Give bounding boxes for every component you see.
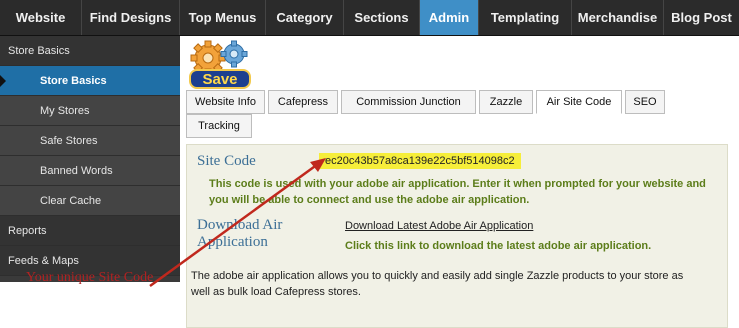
- sidebar-item-safe-stores[interactable]: Safe Stores: [0, 126, 180, 156]
- save-button[interactable]: Save: [188, 40, 254, 90]
- download-air-label-line-2: Application: [197, 234, 268, 250]
- annotation-callout: Your unique Site Code: [26, 270, 154, 285]
- tab-commission-junction[interactable]: Commission Junction: [341, 90, 476, 114]
- download-air-link[interactable]: Download Latest Adobe Air Application: [345, 220, 533, 232]
- nav-templating[interactable]: Templating: [479, 0, 572, 35]
- tab-zazzle[interactable]: Zazzle: [479, 90, 533, 114]
- sidebar-blank-area: [0, 282, 180, 328]
- site-code-label: Site Code: [197, 153, 256, 169]
- site-code-value: ec20c43b57a8ca139e22c5bf514098c2: [319, 153, 521, 169]
- nav-blog-post[interactable]: Blog Post: [664, 0, 739, 35]
- tab-tracking[interactable]: Tracking: [186, 114, 252, 138]
- description-line-2: well as bulk load Cafepress stores.: [191, 286, 361, 298]
- download-air-label-line-1: Download Air: [197, 217, 283, 233]
- nav-admin[interactable]: Admin: [420, 0, 479, 35]
- site-code-hint-line-2: you will be able to connect and use the …: [209, 194, 530, 206]
- sidebar-item-store-basics[interactable]: Store Basics: [0, 66, 180, 96]
- sidebar-section-store-basics[interactable]: Store Basics: [0, 36, 180, 66]
- tab-seo[interactable]: SEO: [625, 90, 665, 114]
- main-content: Save Website Info Cafepress Commission J…: [180, 36, 739, 328]
- save-label: Save: [202, 71, 237, 88]
- tab-website-info[interactable]: Website Info: [186, 90, 265, 114]
- sidebar-section-reports[interactable]: Reports: [0, 216, 180, 246]
- nav-website[interactable]: Website: [0, 0, 82, 35]
- sidebar-item-banned-words[interactable]: Banned Words: [0, 156, 180, 186]
- download-air-hint: Click this link to download the latest a…: [345, 240, 652, 252]
- top-navigation: Website Find Designs Top Menus Category …: [0, 0, 739, 36]
- nav-category[interactable]: Category: [266, 0, 344, 35]
- description-line-1: The adobe air application allows you to …: [191, 270, 684, 282]
- nav-find-designs[interactable]: Find Designs: [82, 0, 180, 35]
- sidebar-item-my-stores[interactable]: My Stores: [0, 96, 180, 126]
- nav-merchandise[interactable]: Merchandise: [572, 0, 664, 35]
- save-gears-icon: Save: [189, 40, 251, 89]
- nav-top-menus[interactable]: Top Menus: [180, 0, 266, 35]
- nav-sections[interactable]: Sections: [344, 0, 420, 35]
- sidebar-item-clear-cache[interactable]: Clear Cache: [0, 186, 180, 216]
- air-site-code-panel: Site Code ec20c43b57a8ca139e22c5bf514098…: [186, 144, 728, 328]
- tab-air-site-code[interactable]: Air Site Code: [536, 90, 622, 114]
- site-code-hint-line-1: This code is used with your adobe air ap…: [209, 178, 706, 190]
- tab-cafepress[interactable]: Cafepress: [268, 90, 338, 114]
